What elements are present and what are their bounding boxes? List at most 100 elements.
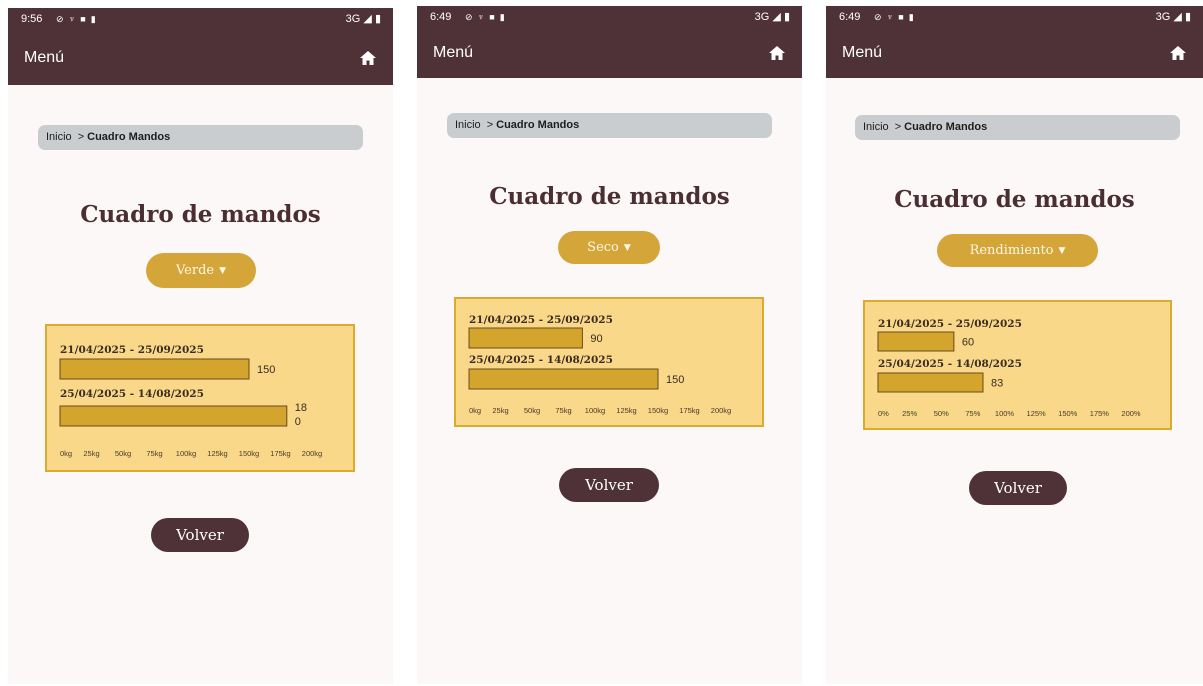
usb-icon: ♆	[886, 12, 899, 22]
bar-chart-panel: 21/04/2025 - 25/09/2025 60 25/04/2025 - 14…	[863, 300, 1172, 430]
status-bar: 6:49 ⊘♆■▮ 3G ◢ ▮	[417, 6, 802, 28]
status-right: 3G ◢ ▮	[1156, 6, 1191, 28]
tick-label: 50kg	[524, 406, 540, 415]
tick-label: 100kg	[585, 406, 605, 415]
menu-button[interactable]: Menú	[433, 44, 473, 62]
category-dropdown[interactable]: Verde ▼	[146, 253, 256, 288]
dropdown-selected-value: Verde	[175, 263, 215, 278]
battery-icon: ▮	[1184, 11, 1191, 23]
home-icon[interactable]	[359, 50, 377, 66]
menu-button[interactable]: Menú	[24, 49, 64, 67]
breadcrumb-home-link[interactable]: Inicio	[455, 119, 481, 131]
tick-label: 50%	[934, 409, 949, 418]
breadcrumb: Inicio > Cuadro Mandos	[38, 125, 363, 150]
sd-card-icon: ▮	[499, 12, 510, 22]
category-dropdown[interactable]: Rendimiento ▼	[937, 234, 1098, 267]
home-icon[interactable]	[1169, 45, 1187, 61]
tick-label: 100kg	[176, 449, 196, 458]
notification-icon: ■	[898, 12, 909, 22]
value-label: 150	[257, 364, 275, 376]
bar	[59, 405, 288, 427]
category-label: 25/04/2025 - 14/08/2025	[469, 354, 613, 366]
category-label: 21/04/2025 - 25/09/2025	[878, 318, 1022, 330]
home-icon[interactable]	[768, 45, 786, 61]
usb-icon: ♆	[477, 12, 490, 22]
category-dropdown[interactable]: Seco ▼	[558, 231, 660, 264]
phone-screen-verde: 9:56 ⊘♆■▮ 3G ◢ ▮ Menú Inicio > Cuadro Mand…	[8, 8, 393, 684]
breadcrumb-current: Cuadro Mandos	[904, 121, 988, 133]
notification-icon: ■	[489, 12, 500, 22]
tick-label: 0%	[878, 409, 889, 418]
page-title: Cuadro de mandos	[489, 183, 730, 210]
breadcrumb-home-link[interactable]: Inicio	[46, 131, 72, 143]
status-icons: ⊘♆■▮	[874, 6, 919, 28]
dropdown-selected-value: Seco	[587, 240, 619, 255]
chevron-down-icon: ▼	[219, 265, 227, 276]
status-bar: 9:56 ⊘♆■▮ 3G ◢ ▮	[8, 8, 393, 30]
tick-label: 75kg	[146, 449, 162, 458]
bar	[59, 358, 250, 380]
breadcrumb: Inicio > Cuadro Mandos	[855, 115, 1180, 140]
status-time: 9:56	[21, 13, 43, 25]
category-label: 21/04/2025 - 25/09/2025	[60, 344, 204, 356]
breadcrumb-separator: >	[77, 131, 85, 143]
sd-card-icon: ▮	[90, 14, 101, 24]
signal-icon: ◢	[363, 13, 372, 25]
tick-label: 50kg	[115, 449, 131, 458]
tick-label: 150kg	[648, 406, 668, 415]
category-label: 21/04/2025 - 25/09/2025	[469, 314, 613, 326]
tick-label: 75kg	[555, 406, 571, 415]
dropdown-selected-value: Rendimiento	[969, 243, 1054, 258]
back-button[interactable]: Volver	[559, 468, 659, 502]
status-bar: 6:49 ⊘♆■▮ 3G ◢ ▮	[826, 6, 1203, 28]
status-right: 3G ◢ ▮	[346, 8, 381, 30]
status-time: 6:49	[839, 11, 861, 23]
tick-label: 0kg	[60, 449, 72, 458]
tick-label: 150%	[1058, 409, 1078, 418]
tick-label: 175kg	[270, 449, 290, 458]
value-label: 0	[295, 416, 301, 428]
tick-label: 125kg	[616, 406, 636, 415]
battery-icon: ▮	[374, 13, 381, 25]
breadcrumb-home-link[interactable]: Inicio	[863, 121, 889, 133]
status-right: 3G ◢ ▮	[755, 6, 790, 28]
tick-label: 25%	[902, 409, 917, 418]
page-title: Cuadro de mandos	[894, 186, 1135, 213]
value-label: 150	[666, 374, 684, 386]
status-icons: ⊘♆■▮	[465, 6, 510, 28]
value-label: 83	[991, 378, 1003, 390]
chevron-down-icon: ▼	[1058, 245, 1066, 256]
back-button[interactable]: Volver	[969, 471, 1067, 505]
tick-label: 200%	[1121, 409, 1141, 418]
tick-label: 75%	[965, 409, 980, 418]
notification-icon: ■	[80, 14, 91, 24]
usb-icon: ♆	[68, 14, 81, 24]
do-not-disturb-icon: ⊘	[465, 12, 478, 22]
tick-label: 125kg	[207, 449, 227, 458]
bar-chart: 21/04/2025 - 25/09/2025 90 25/04/2025 - 14…	[468, 314, 731, 415]
signal-icon: ◢	[1173, 11, 1182, 23]
battery-icon: ▮	[783, 11, 790, 23]
bar-chart-panel: 21/04/2025 - 25/09/2025 90 25/04/2025 - 14…	[454, 297, 764, 427]
tick-label: 125%	[1027, 409, 1047, 418]
network-type: 3G	[1155, 11, 1171, 23]
bar-chart-panel: 21/04/2025 - 25/09/2025 150 25/04/2025 - 1…	[45, 324, 355, 472]
category-label: 25/04/2025 - 14/08/2025	[878, 358, 1022, 370]
phone-screen-rendimiento: 6:49 ⊘♆■▮ 3G ◢ ▮ Menú Inicio > Cuadro Mand…	[826, 6, 1203, 684]
do-not-disturb-icon: ⊘	[56, 14, 69, 24]
do-not-disturb-icon: ⊘	[874, 12, 887, 22]
value-label: 18	[295, 402, 307, 414]
network-type: 3G	[754, 11, 770, 23]
tick-label: 200kg	[711, 406, 731, 415]
back-button[interactable]: Volver	[151, 518, 249, 552]
phone-screen-seco: 6:49 ⊘♆■▮ 3G ◢ ▮ Menú Inicio > Cuadro Mand…	[417, 6, 802, 684]
status-icons: ⊘♆■▮	[56, 8, 101, 30]
tick-label: 175%	[1090, 409, 1110, 418]
bar-chart: 21/04/2025 - 25/09/2025 60 25/04/2025 - 14…	[877, 318, 1141, 418]
app-bar: Menú	[8, 30, 393, 85]
bar-chart: 21/04/2025 - 25/09/2025 150 25/04/2025 - 1…	[59, 344, 322, 458]
tick-label: 150kg	[239, 449, 259, 458]
signal-icon: ◢	[772, 11, 781, 23]
app-bar: Menú	[417, 28, 802, 78]
menu-button[interactable]: Menú	[842, 44, 882, 62]
